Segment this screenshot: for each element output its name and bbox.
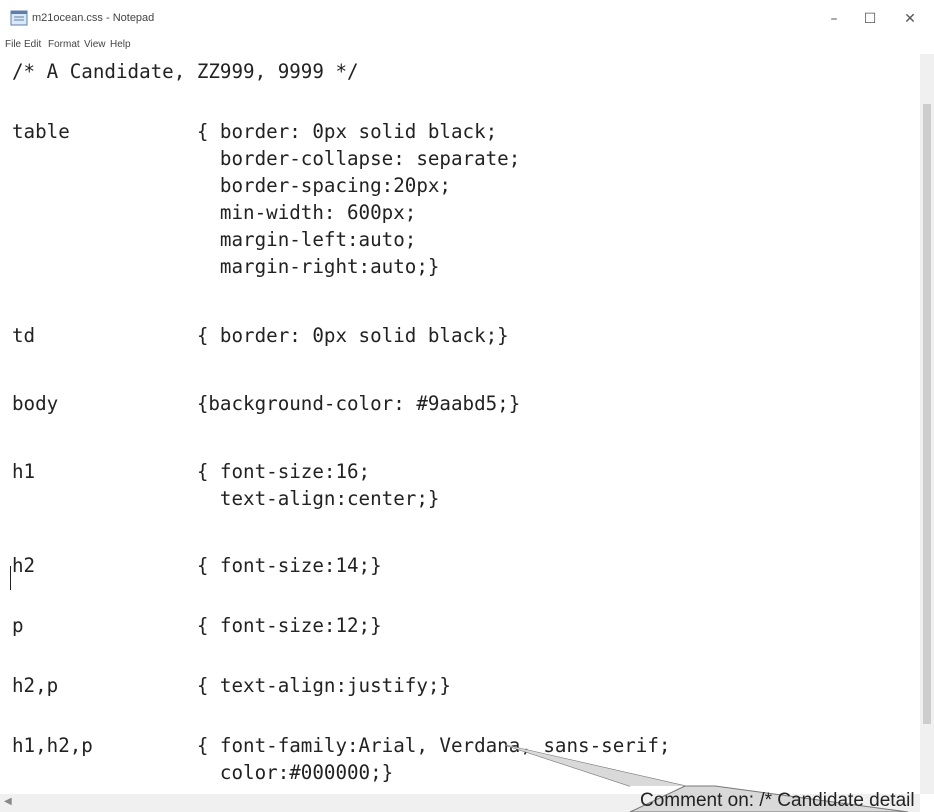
code-line: /* A Candidate, ZZ999, 9999 */ xyxy=(12,60,359,83)
minimize-button[interactable]: – xyxy=(816,6,852,32)
scroll-left-arrow-icon[interactable]: ◀ xyxy=(4,796,12,807)
code-line: p { font-size:12;} xyxy=(12,614,382,637)
code-line: td { border: 0px solid black;} xyxy=(12,324,509,347)
menu-bar: File Edit Format View Help xyxy=(0,38,934,54)
code-line: h1,h2,p { font-family:Arial, Verdana, sa… xyxy=(12,734,671,757)
text-editor-area[interactable]: /* A Candidate, ZZ999, 9999 */ table { b… xyxy=(0,54,920,794)
notepad-window: m21ocean.css - Notepad – ☐ ✕ File Edit F… xyxy=(0,0,934,812)
code-line: h2 { font-size:14;} xyxy=(12,554,382,577)
maximize-button[interactable]: ☐ xyxy=(852,6,888,32)
close-button[interactable]: ✕ xyxy=(892,6,928,32)
code-line: text-align:center;} xyxy=(12,487,440,510)
menu-view[interactable]: View xyxy=(84,39,106,50)
vertical-scroll-thumb[interactable] xyxy=(923,104,931,724)
vertical-scrollbar[interactable] xyxy=(920,54,934,794)
menu-edit[interactable]: Edit xyxy=(24,39,41,50)
code-line: margin-left:auto; xyxy=(12,228,417,251)
code-line: table { border: 0px solid black; xyxy=(12,120,498,143)
menu-help[interactable]: Help xyxy=(110,39,131,50)
text-caret xyxy=(10,566,11,590)
code-line: border-collapse: separate; xyxy=(12,147,521,170)
code-line: min-width: 600px; xyxy=(12,201,417,224)
code-line: color:#000000;} xyxy=(12,761,394,784)
code-line: h2,p { text-align:justify;} xyxy=(12,674,451,697)
callout-text: Comment on: /* Candidate detail xyxy=(640,790,915,811)
code-line: body {background-color: #9aabd5;} xyxy=(12,392,521,415)
window-title: m21ocean.css - Notepad xyxy=(32,12,155,24)
notepad-icon xyxy=(10,10,28,26)
code-line: h1 { font-size:16; xyxy=(12,460,371,483)
menu-file[interactable]: File xyxy=(5,39,21,50)
code-line: border-spacing:20px; xyxy=(12,174,451,197)
code-line: margin-right:auto;} xyxy=(12,255,440,278)
menu-format[interactable]: Format xyxy=(48,39,80,50)
title-bar[interactable]: m21ocean.css - Notepad – ☐ ✕ xyxy=(0,0,934,38)
